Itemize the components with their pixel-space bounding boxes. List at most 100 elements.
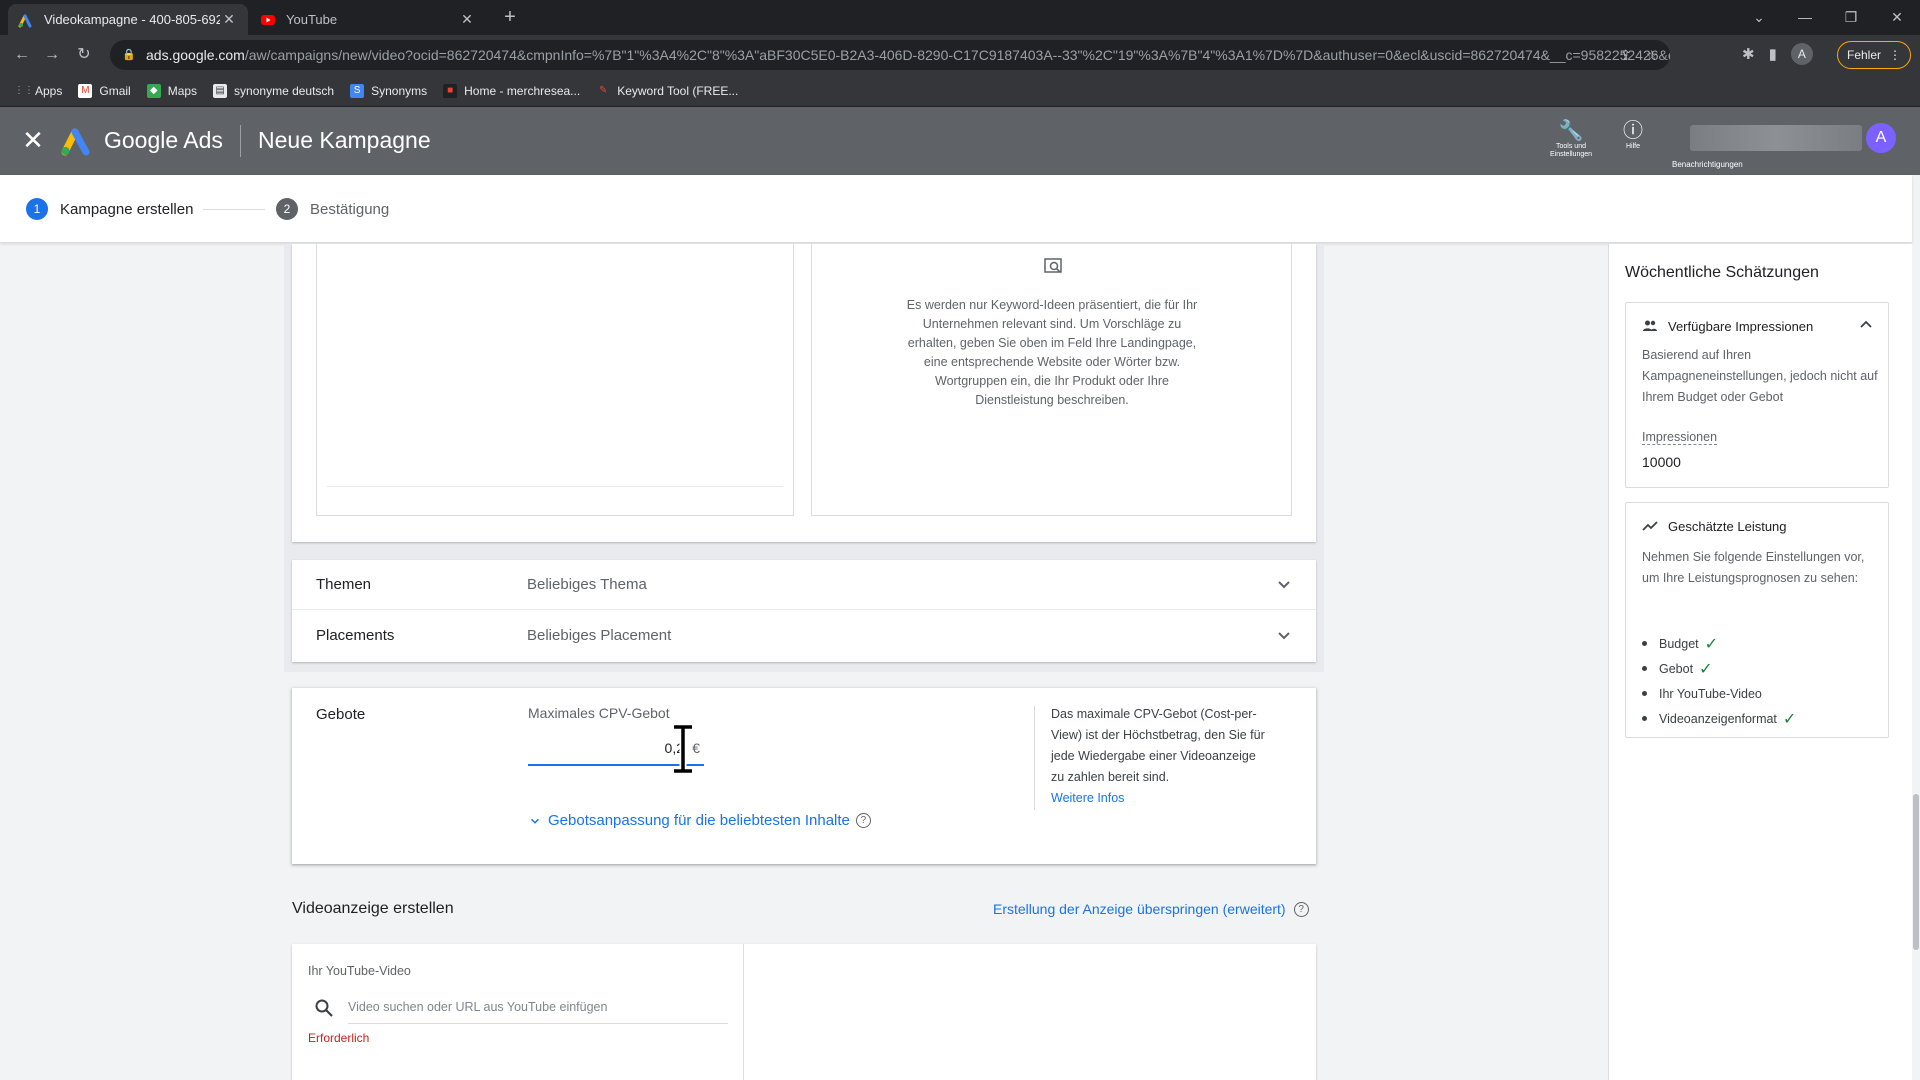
people-icon [1643, 320, 1657, 331]
row-value: Beliebiges Placement [527, 627, 672, 644]
notifications-label[interactable]: Benachrichtigungen [1672, 160, 1743, 169]
search-icon [315, 999, 333, 1017]
bookmark-synonyme-deutsch[interactable]: ▤ synonyme deutsch [213, 83, 334, 98]
bookmark-merchresearch[interactable]: ■ Home - merchresea... [443, 83, 580, 98]
close-window-icon[interactable]: ✕ [1874, 0, 1920, 35]
step-bestaetigung[interactable]: 2 Bestätigung [276, 198, 389, 220]
tools-button[interactable]: 🔧 Tools und Einstellungen [1544, 119, 1598, 159]
targeting-row-placements[interactable]: Placements Beliebiges Placement [292, 611, 1316, 661]
bookmark-apps[interactable]: ⋮⋮ Apps [14, 84, 62, 98]
account-info-blurred[interactable] [1690, 125, 1862, 151]
checkmark-icon: ✓ [1704, 635, 1719, 653]
bookmark-gmail[interactable]: M Gmail [78, 83, 131, 98]
keywords-card: Es werden nur Keyword-Ideen präsentiert,… [292, 244, 1316, 542]
reload-icon[interactable]: ↻ [72, 43, 96, 67]
back-icon[interactable]: ← [10, 43, 34, 67]
impressions-metric-label[interactable]: Impressionen [1642, 430, 1718, 445]
keywords-input-panel[interactable] [316, 244, 794, 516]
ads-header: ✕ Google Ads Neue Kampagne 🔧 Tools und E… [0, 107, 1920, 175]
bookmark-star-icon[interactable]: ☆ [1645, 47, 1658, 64]
impressions-card: Verfügbare Impressionen Basierend auf Ih… [1625, 302, 1889, 488]
impressions-description: Basierend auf Ihren Kampagneneinstellung… [1642, 348, 1878, 404]
bidding-label: Gebote [316, 706, 366, 723]
row-label: Placements [316, 627, 395, 644]
cpv-field-label: Maximales CPV-Gebot [528, 705, 670, 721]
tab-title: Videokampagne - 400-805-6921 [44, 12, 220, 27]
list-item: Ihr YouTube-Video [1642, 681, 1796, 706]
targeting-row-themen[interactable]: Themen Beliebiges Thema [292, 560, 1316, 610]
maps-icon: ◆ [146, 83, 161, 98]
tab-close-icon[interactable]: ✕ [220, 11, 238, 28]
list-item: Budget ✓ [1642, 631, 1796, 656]
page-scrollbar[interactable] [1912, 244, 1920, 1080]
bookmark-synonyms[interactable]: S Synonyms [350, 83, 427, 98]
extensions-icon[interactable]: ✱ [1742, 45, 1755, 63]
youtube-favicon-icon [261, 14, 275, 25]
text-cursor-icon [674, 724, 692, 774]
help-circle-icon: ⓘ [1623, 120, 1643, 142]
keyword-ideas-panel: Es werden nur Keyword-Ideen präsentiert,… [811, 244, 1292, 516]
campaign-stepper: 1 Kampagne erstellen 2 Bestätigung [0, 175, 1912, 243]
chevron-up-icon[interactable] [1858, 317, 1874, 333]
forward-icon[interactable]: → [40, 43, 64, 67]
impressions-card-header[interactable]: Verfügbare Impressionen [1642, 318, 1813, 334]
browser-toolbar: ← → ↻ 🔒 ads.google.com/aw/campaigns/new/… [0, 35, 1920, 75]
row-value: Beliebiges Thema [527, 576, 647, 593]
page-title: Neue Kampagne [258, 127, 431, 153]
gmail-icon: M [78, 83, 93, 98]
performance-card-header: Geschätzte Leistung [1642, 518, 1787, 534]
bookmark-maps[interactable]: ◆ Maps [146, 83, 197, 98]
chevron-down-icon[interactable] [1272, 623, 1296, 647]
list-item: Gebot ✓ [1642, 656, 1796, 681]
url-text: ads.google.com/aw/campaigns/new/video?oc… [146, 47, 1670, 63]
restore-icon[interactable]: ❐ [1828, 0, 1874, 35]
brand-name: Google Ads [104, 127, 223, 153]
trending-up-icon [1642, 521, 1658, 531]
share-icon[interactable]: ⇪ [1620, 47, 1632, 64]
step-number: 2 [276, 198, 298, 220]
address-bar[interactable]: 🔒 ads.google.com/aw/campaigns/new/video?… [110, 40, 1670, 70]
error-button[interactable]: Fehler ⋮ [1837, 41, 1911, 69]
lock-icon: 🔒 [122, 49, 136, 61]
minimize-icon[interactable]: — [1782, 0, 1828, 35]
step-kampagne-erstellen[interactable]: 1 Kampagne erstellen [26, 198, 193, 220]
scrollbar-thumb[interactable] [1913, 794, 1919, 950]
bookmark-keyword-tool[interactable]: ✎ Keyword Tool (FREE... [596, 84, 738, 98]
tab-videokampagne[interactable]: Videokampagne - 400-805-6921 ✕ [8, 4, 248, 35]
page-icon: ▤ [213, 83, 228, 98]
wrench-icon: 🔧 [1558, 120, 1584, 142]
divider [327, 486, 783, 487]
youtube-video-caption: Ihr YouTube-Video [308, 964, 411, 978]
tab-title: YouTube [286, 12, 338, 27]
video-ad-card: Ihr YouTube-Video Erforderlich [292, 944, 1316, 1080]
close-icon[interactable]: ✕ [20, 127, 46, 153]
tab-search-icon[interactable]: ⌄ [1736, 0, 1782, 35]
omnibox-actions: ⇪ ☆ [1620, 40, 1658, 70]
impressions-metric-value: 10000 [1642, 454, 1681, 470]
help-icon[interactable]: ? [1293, 901, 1309, 917]
main-content: Es werden nur Keyword-Ideen präsentiert,… [0, 244, 1912, 1080]
account-avatar[interactable]: A [1866, 123, 1896, 153]
skip-ad-creation-link[interactable]: Erstellung der Anzeige überspringen (erw… [993, 901, 1309, 917]
new-tab-icon[interactable]: + [498, 6, 522, 30]
side-panel-icon[interactable]: ▮ [1769, 45, 1777, 63]
performance-card: Geschätzte Leistung Nehmen Sie folgende … [1625, 502, 1889, 738]
bid-adjustment-link[interactable]: Gebotsanpassung für die beliebtesten Inh… [528, 812, 871, 829]
window-controls: ⌄ — ❐ ✕ [1736, 0, 1920, 35]
required-error-text: Erforderlich [308, 1031, 370, 1045]
header-divider [240, 125, 241, 157]
tab-close-icon[interactable]: ✕ [458, 11, 476, 28]
step-connector [203, 209, 265, 210]
bidding-card: Gebote Maximales CPV-Gebot 0,2 € Gebotsa… [292, 688, 1316, 864]
video-search-input[interactable] [348, 990, 728, 1024]
profile-avatar[interactable]: A [1790, 43, 1813, 65]
more-info-link[interactable]: Weitere Infos [1051, 791, 1124, 805]
help-icon[interactable]: ? [855, 813, 871, 828]
toolbar-actions: ✱ ▮ A [1742, 43, 1813, 65]
chevron-down-icon[interactable] [1272, 572, 1296, 596]
chevron-down-icon [530, 818, 540, 824]
more-menu-icon: ⋮ [1889, 48, 1901, 62]
help-button[interactable]: ⓘ Hilfe [1618, 119, 1648, 151]
search-page-icon [1044, 258, 1062, 273]
tab-youtube[interactable]: YouTube ✕ [250, 4, 486, 35]
